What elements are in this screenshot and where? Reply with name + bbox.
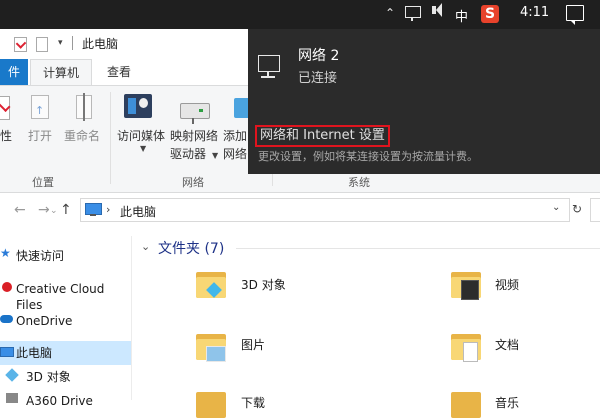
sogou-icon[interactable]: S	[481, 5, 499, 23]
window-title: 此电脑	[82, 37, 119, 51]
access-media-icon	[124, 94, 152, 118]
search-input[interactable]	[590, 198, 600, 222]
network-name[interactable]: 网络 2	[298, 45, 339, 65]
nav-item-this-pc[interactable]: 此电脑	[0, 341, 131, 365]
film-icon	[461, 280, 479, 300]
rename-button[interactable]: 重命名	[64, 128, 100, 144]
folder-icon[interactable]	[451, 392, 481, 418]
properties-button[interactable]: 性	[0, 128, 12, 144]
nav-item-creative-cloud[interactable]: Creative Cloud Files	[0, 277, 131, 312]
tab-view[interactable]: 查看	[96, 59, 142, 85]
folder-icon[interactable]	[196, 392, 226, 418]
volume-icon[interactable]	[432, 3, 442, 17]
document-icon	[463, 342, 478, 362]
add-network-location-line2[interactable]: 网络	[223, 146, 247, 162]
section-divider	[236, 248, 600, 249]
folder-label-documents[interactable]: 文档	[495, 336, 519, 353]
tab-file[interactable]: 件	[0, 59, 28, 85]
folder-label-downloads[interactable]: 下载	[241, 394, 265, 411]
section-collapse-icon[interactable]: ⌄	[141, 240, 150, 253]
computer-stand	[90, 214, 96, 216]
address-dropdown-icon[interactable]: ⌄	[552, 202, 560, 213]
checkmark-icon	[15, 38, 27, 49]
clock[interactable]: 4:11	[520, 5, 549, 20]
network-icon[interactable]	[405, 6, 421, 21]
navigation-pane: ★ 快速访问 Creative Cloud Files OneDrive 此电脑…	[0, 236, 131, 408]
section-title[interactable]: 文件夹 (7)	[158, 238, 224, 258]
drive-icon	[6, 393, 18, 403]
nav-label: A360 Drive	[26, 394, 93, 408]
folder-label-pictures[interactable]: 图片	[241, 336, 265, 353]
cloud-icon	[0, 315, 13, 323]
refresh-icon[interactable]: ↻	[572, 202, 582, 216]
checkmark-icon	[0, 99, 11, 113]
map-network-drive-icon	[180, 103, 210, 119]
add-network-location-icon	[234, 98, 248, 118]
folder-icon[interactable]	[196, 334, 226, 362]
title-separator	[72, 36, 73, 50]
folder-label-3d-objects[interactable]: 3D 对象	[241, 276, 286, 293]
rename-icon	[76, 93, 92, 121]
map-network-drive-line2[interactable]: 驱动器	[170, 146, 206, 162]
folder-icon[interactable]	[451, 334, 481, 362]
network-settings-description: 更改设置，例如将某连接设置为按流量计费。	[258, 150, 478, 163]
pane-divider	[131, 236, 132, 400]
taskbar: ⌃ 中 S 4:11	[0, 0, 600, 29]
breadcrumb-chevron-icon[interactable]: ›	[106, 203, 110, 216]
nav-item-3d-objects[interactable]: 3D 对象	[0, 365, 131, 389]
ime-indicator[interactable]: 中	[455, 6, 468, 25]
new-folder-quick-icon[interactable]	[36, 37, 48, 52]
picture-icon	[206, 346, 226, 362]
recent-locations-icon[interactable]: ⌄	[50, 206, 58, 216]
nav-label: OneDrive	[16, 314, 73, 328]
address-path[interactable]: 此电脑	[120, 203, 156, 220]
map-network-drive-line1[interactable]: 映射网络	[170, 128, 218, 144]
star-icon: ★	[0, 246, 11, 260]
access-media-button[interactable]: 访问媒体	[117, 128, 165, 144]
nav-label: 快速访问	[16, 249, 65, 263]
folder-label-music[interactable]: 音乐	[495, 394, 519, 411]
group-label-system: 系统	[348, 176, 370, 189]
nav-item-a360[interactable]: A360 Drive	[0, 389, 131, 413]
folder-icon[interactable]	[451, 272, 481, 300]
forward-icon[interactable]: →	[38, 202, 50, 218]
computer-icon	[0, 347, 14, 357]
nav-item-quick-access[interactable]: ★ 快速访问	[0, 244, 131, 268]
ribbon-group-separator	[110, 92, 111, 184]
group-label-location: 位置	[32, 176, 54, 189]
creative-cloud-icon	[2, 282, 12, 292]
dropdown-arrow-icon[interactable]: ▼	[212, 151, 218, 160]
network-status: 已连接	[298, 71, 338, 86]
up-icon[interactable]: ↑	[60, 202, 72, 218]
cube-icon	[5, 368, 19, 382]
properties-icon	[0, 96, 11, 120]
wired-network-icon	[258, 55, 280, 78]
nav-item-onedrive[interactable]: OneDrive	[0, 309, 131, 333]
tab-computer[interactable]: 计算机	[30, 59, 92, 87]
open-button[interactable]: 打开	[28, 128, 52, 144]
nav-label: 此电脑	[16, 346, 53, 360]
network-internet-settings-link[interactable]: 网络和 Internet 设置	[255, 125, 390, 147]
open-icon: ↑	[31, 95, 49, 119]
properties-quick-icon[interactable]	[14, 37, 27, 52]
folder-label-videos[interactable]: 视频	[495, 276, 519, 293]
folder-icon[interactable]	[196, 272, 226, 298]
back-icon[interactable]: ←	[14, 202, 26, 218]
notification-icon[interactable]	[566, 5, 584, 25]
drive-cable	[192, 118, 194, 124]
chevron-up-icon[interactable]: ⌃	[385, 5, 395, 21]
dropdown-arrow-icon[interactable]: ▼	[140, 144, 146, 153]
nav-label: 3D 对象	[26, 370, 71, 384]
customize-quick-access-icon[interactable]: ▾	[58, 38, 63, 48]
add-network-location-line1[interactable]: 添加	[223, 128, 247, 144]
group-label-network: 网络	[182, 176, 204, 189]
